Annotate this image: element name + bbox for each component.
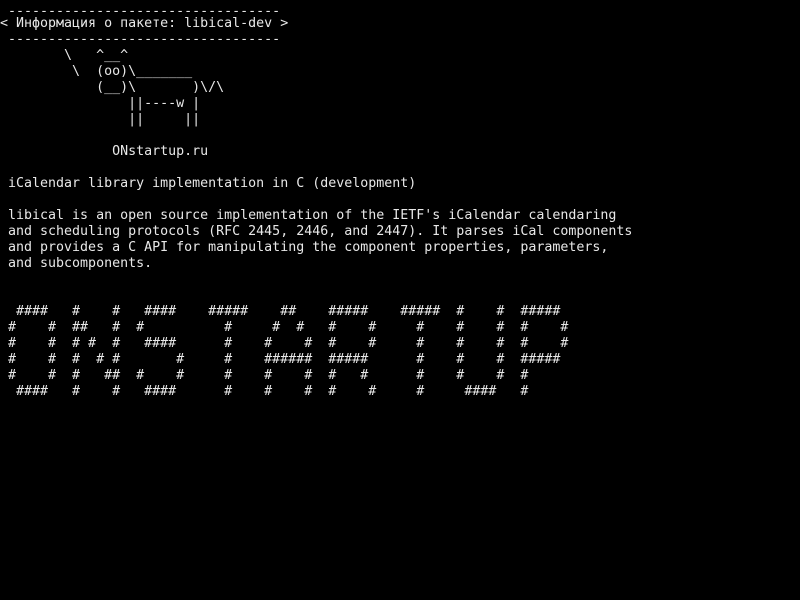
package-description: libical is an open source implementation… [8, 208, 633, 271]
cowsay-border-bottom: ---------------------------------- [0, 32, 281, 47]
site-label: ONstartup.ru [0, 144, 209, 159]
package-summary: iCalendar library implementation in C (d… [0, 176, 417, 191]
cow-ascii-art: \ ^__^ \ (oo)\_______ (__)\ )\/\ ||----w… [64, 48, 225, 127]
cowsay-bubble: < Информация о пакете: libical-dev > [0, 16, 289, 31]
terminal-screen: ---------------------------------- < Инф… [0, 0, 800, 600]
onstartup-ascii-banner: #### # # #### ##### ## ##### ##### # # #… [8, 304, 569, 399]
